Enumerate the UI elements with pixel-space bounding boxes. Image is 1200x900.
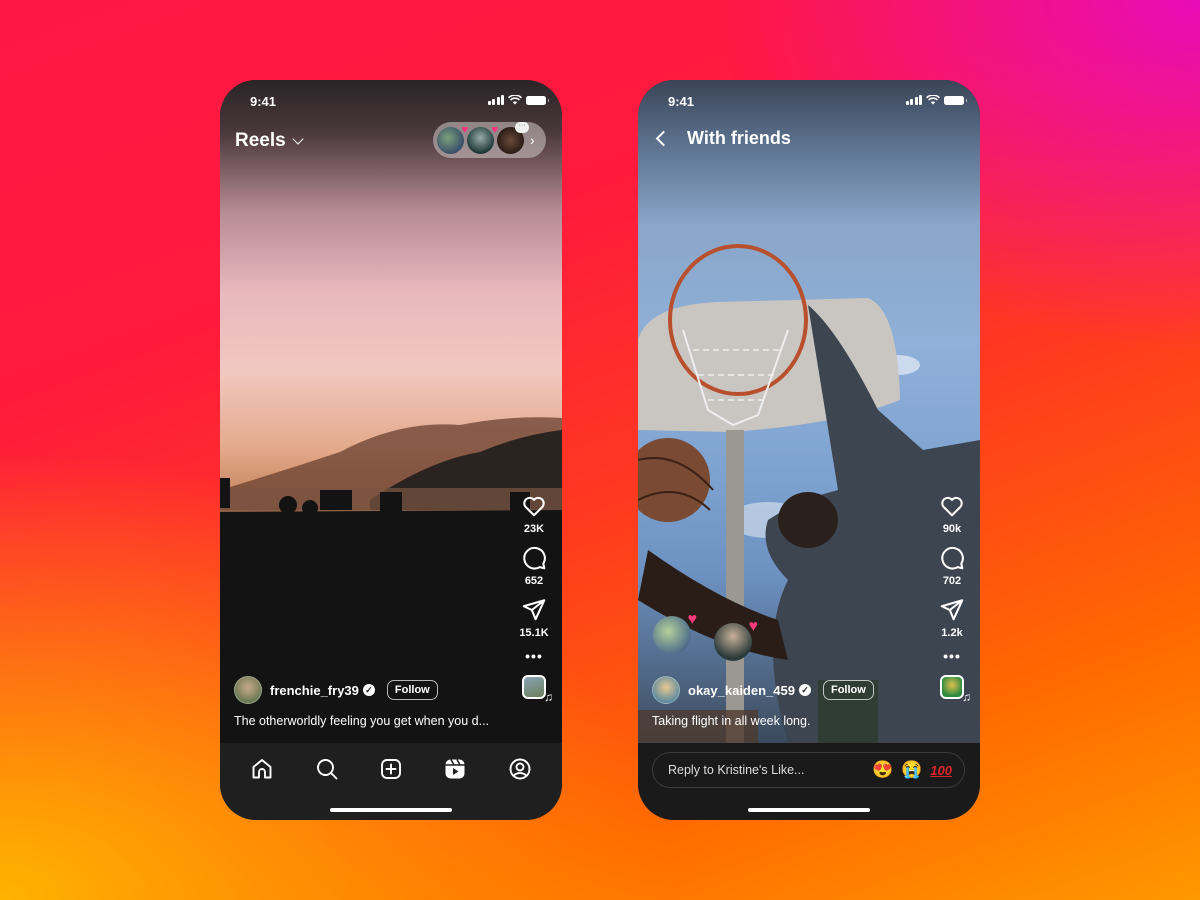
- nav-search[interactable]: [313, 755, 341, 783]
- home-indicator[interactable]: [330, 808, 452, 812]
- page-title: Reels: [235, 130, 286, 151]
- comment-icon: [523, 546, 546, 570]
- nav-profile[interactable]: [506, 755, 534, 783]
- share-count: 1.2k: [941, 627, 963, 639]
- follow-button[interactable]: Follow: [822, 680, 874, 700]
- chevron-down-icon: [292, 133, 304, 145]
- comment-count: 652: [524, 575, 544, 587]
- friend-reaction-avatar[interactable]: ♥: [653, 611, 697, 654]
- share-count: 15.1K: [519, 627, 549, 639]
- status-time: 9:41: [668, 94, 695, 109]
- hundred-emoji-button[interactable]: 100: [930, 763, 952, 778]
- verified-badge-icon: ✓: [362, 684, 375, 696]
- status-icons: [905, 95, 967, 105]
- battery-icon: [944, 95, 967, 105]
- share-button[interactable]: 1.2k: [939, 597, 965, 639]
- audio-track-thumbnail[interactable]: ♫: [940, 675, 971, 704]
- home-icon: [252, 759, 272, 779]
- like-button[interactable]: 23K: [521, 493, 547, 535]
- comment-count: 702: [942, 575, 962, 587]
- heart-icon: [523, 496, 545, 517]
- send-icon: [522, 599, 546, 621]
- nav-create[interactable]: [377, 755, 405, 783]
- page-title: With friends: [687, 128, 791, 148]
- comment-button[interactable]: 702: [939, 545, 965, 587]
- heart-icon: ♥: [687, 611, 698, 628]
- status-time: 9:41: [250, 94, 277, 109]
- author-username[interactable]: frenchie_fry39: [270, 683, 359, 698]
- music-note-icon: ♫: [544, 690, 553, 704]
- back-chevron-icon[interactable]: [655, 130, 672, 147]
- profile-icon: [509, 758, 531, 780]
- audio-track-thumbnail[interactable]: ♫: [522, 675, 553, 704]
- crying-emoji-button[interactable]: 😭: [901, 760, 922, 780]
- like-count: 23K: [523, 523, 545, 535]
- friend-reaction-avatar[interactable]: ♥: [714, 618, 758, 661]
- more-options-icon[interactable]: •••: [525, 649, 543, 663]
- heart-eyes-emoji-button[interactable]: 😍: [872, 760, 893, 780]
- friends-activity-pill[interactable]: ♥ ♥ ··· ›: [433, 121, 546, 158]
- author-row: frenchie_fry39 ✓ Follow: [234, 676, 524, 704]
- wifi-icon: [926, 95, 940, 105]
- create-post-icon: [381, 759, 401, 779]
- home-indicator[interactable]: [748, 808, 870, 812]
- status-bar: 9:41: [220, 92, 562, 112]
- wifi-icon: [508, 95, 522, 105]
- status-icons: [487, 95, 549, 105]
- basketball-scene: [638, 244, 980, 743]
- heart-icon: ♥: [461, 123, 468, 136]
- reply-bar: Reply to Kristine's Like... 😍 😭 100: [638, 743, 980, 820]
- author-username[interactable]: okay_kaiden_459: [688, 683, 795, 698]
- friend-avatar: ♥: [437, 124, 468, 154]
- battery-icon: [526, 95, 549, 105]
- bottom-navigation: [220, 743, 562, 820]
- more-options-icon[interactable]: •••: [943, 649, 961, 663]
- heart-icon: [941, 496, 963, 517]
- verified-badge-icon: ✓: [798, 684, 811, 696]
- nav-reels[interactable]: [441, 755, 469, 783]
- reply-input[interactable]: Reply to Kristine's Like... 😍 😭 100: [652, 752, 965, 788]
- friend-avatar: ···: [497, 121, 529, 154]
- reel-video-basketball[interactable]: [638, 80, 980, 743]
- reels-title-dropdown[interactable]: Reels: [235, 130, 304, 152]
- search-icon: [316, 759, 338, 780]
- reels-icon: [445, 759, 465, 779]
- reel-caption: okay_kaiden_459 ✓ Follow Taking flight i…: [652, 676, 942, 728]
- signal-icon: [905, 95, 922, 105]
- sunset-landscape: [220, 417, 562, 743]
- message-bubble-icon: ···: [515, 121, 529, 133]
- status-bar: 9:41: [638, 92, 980, 112]
- comment-button[interactable]: 652: [521, 545, 547, 587]
- signal-icon: [487, 95, 504, 105]
- share-button[interactable]: 15.1K: [519, 597, 549, 639]
- caption-text[interactable]: The otherworldly feeling you get when yo…: [234, 714, 524, 728]
- reel-video-sunset[interactable]: [220, 80, 562, 743]
- send-icon: [940, 599, 964, 621]
- like-button[interactable]: 90k: [939, 493, 965, 535]
- chevron-right-icon: ›: [530, 132, 535, 148]
- heart-icon: ♥: [748, 618, 759, 635]
- like-count: 90k: [942, 523, 962, 535]
- with-friends-phone-screen: 9:41 With friends 90k 702 1.2k ••• ♫ ♥ ♥…: [638, 80, 980, 820]
- caption-text[interactable]: Taking flight in all week long.: [652, 714, 942, 728]
- author-row: okay_kaiden_459 ✓ Follow: [652, 676, 942, 704]
- music-note-icon: ♫: [962, 690, 971, 704]
- author-avatar[interactable]: [234, 676, 262, 704]
- follow-button[interactable]: Follow: [386, 680, 438, 700]
- action-rail: 90k 702 1.2k ••• ♫: [936, 493, 971, 704]
- heart-icon: ♥: [491, 123, 498, 136]
- reply-placeholder: Reply to Kristine's Like...: [668, 763, 805, 777]
- reel-caption: frenchie_fry39 ✓ Follow The otherworldly…: [234, 676, 524, 728]
- author-avatar[interactable]: [652, 676, 680, 704]
- header: With friends: [654, 128, 791, 149]
- comment-icon: [941, 546, 964, 570]
- reels-phone-screen: 9:41 Reels ♥ ♥ ··· › 23K 652 15.1K ••• ♫…: [220, 80, 562, 820]
- nav-home[interactable]: [248, 755, 276, 783]
- action-rail: 23K 652 15.1K ••• ♫: [518, 493, 553, 704]
- friend-avatar: ♥: [467, 124, 498, 154]
